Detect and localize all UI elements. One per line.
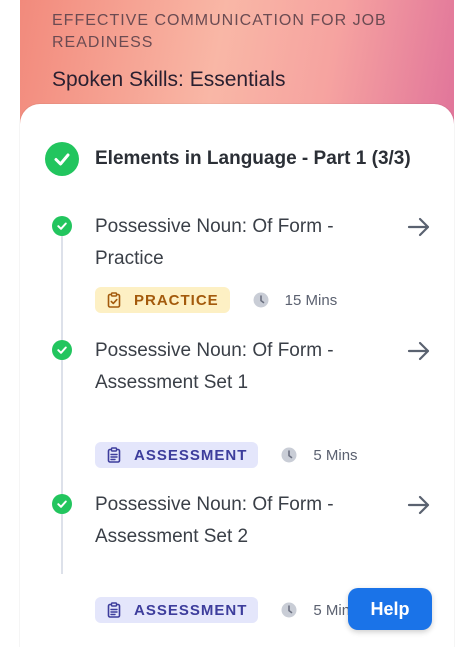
- arrow-right-icon[interactable]: [406, 214, 432, 240]
- module-title: Spoken Skills: Essentials: [52, 68, 286, 91]
- section-header: Elements in Language - Part 1 (3/3): [45, 142, 411, 176]
- help-button[interactable]: Help: [348, 588, 432, 630]
- lesson-title: Possessive Noun: Of Form - Assessment Se…: [95, 340, 334, 393]
- assessment-badge: ASSESSMENT: [95, 597, 259, 623]
- badge-label: ASSESSMENT: [134, 601, 248, 619]
- lesson-meta: ASSESSMENT 5 Mins: [95, 442, 358, 468]
- clock-icon: [281, 602, 297, 618]
- lesson-meta: ASSESSMENT 5 Mins: [95, 597, 358, 623]
- lesson-title: Possessive Noun: Of Form - Assessment Se…: [95, 494, 334, 547]
- duration: 15 Mins: [284, 291, 338, 309]
- assessment-badge: ASSESSMENT: [95, 442, 259, 468]
- check-icon: [52, 340, 72, 360]
- section-title: Elements in Language - Part 1 (3/3): [95, 148, 411, 169]
- course-title: EFFECTIVE COMMUNICATION FOR JOB READINES…: [52, 12, 387, 51]
- clock-icon: [281, 447, 297, 463]
- clock-icon: [253, 292, 269, 308]
- badge-label: PRACTICE: [134, 291, 219, 309]
- arrow-right-icon[interactable]: [406, 338, 432, 364]
- section-complete-check-icon: [45, 142, 79, 176]
- timeline-line: [61, 224, 63, 574]
- clipboard-list-icon: [107, 602, 121, 618]
- lesson-meta: PRACTICE 15 Mins: [95, 287, 337, 313]
- clipboard-check-icon: [107, 292, 121, 308]
- lesson-title: Possessive Noun: Of Form - Practice: [95, 216, 334, 269]
- practice-badge: PRACTICE: [95, 287, 230, 313]
- check-icon: [52, 494, 72, 514]
- duration: 5 Mins: [313, 446, 358, 464]
- arrow-right-icon[interactable]: [406, 492, 432, 518]
- clipboard-list-icon: [107, 447, 121, 463]
- check-icon: [52, 216, 72, 236]
- badge-label: ASSESSMENT: [134, 446, 248, 464]
- lesson-card: Elements in Language - Part 1 (3/3) Poss…: [20, 104, 454, 647]
